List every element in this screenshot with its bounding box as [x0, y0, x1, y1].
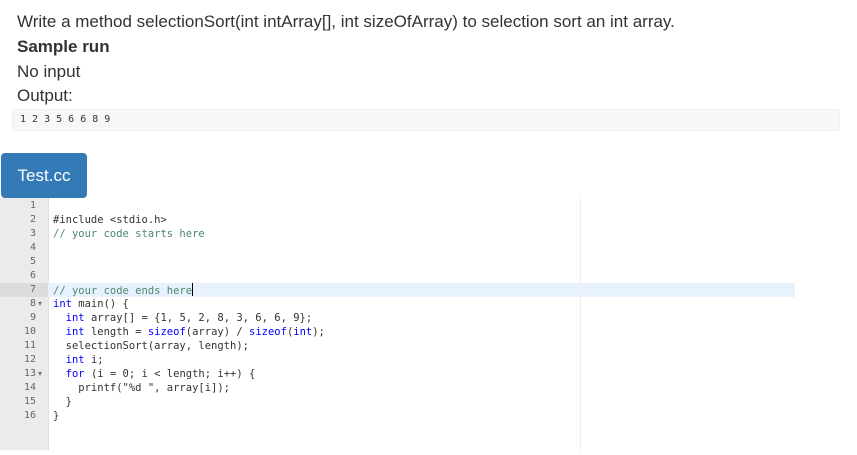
- file-tab-test-cc[interactable]: Test.cc: [1, 153, 87, 198]
- fold-arrow-icon[interactable]: ▾: [38, 367, 42, 381]
- code-line[interactable]: int main() {: [53, 297, 129, 311]
- line-number: 1: [29, 199, 36, 211]
- line-number: 13: [23, 367, 36, 379]
- line-number: 8: [29, 297, 36, 309]
- code-line[interactable]: printf("%d ", array[i]);: [53, 381, 230, 395]
- line-number: 15: [23, 395, 36, 407]
- line-number: 10: [23, 325, 36, 337]
- gutter-active-line: [0, 282, 48, 297]
- line-number: 6: [29, 269, 36, 281]
- line-number: 7: [29, 283, 36, 295]
- text-cursor: [192, 282, 194, 296]
- line-number: 3: [29, 227, 36, 239]
- print-margin: [580, 198, 581, 450]
- line-number: 5: [29, 255, 36, 267]
- output-box: 1 2 3 5 6 6 8 9: [12, 109, 840, 131]
- code-editor[interactable]: 1 2 3 4 5 6 7 8 ▾ 9 10 11 12 13 ▾ 14 15 16 #include <stdi…: [0, 198, 795, 450]
- output-value: 1 2 3 5 6 6 8 9: [20, 114, 111, 125]
- code-line[interactable]: // your code starts here: [53, 227, 205, 241]
- line-number: 4: [29, 241, 36, 253]
- code-line[interactable]: }: [53, 395, 72, 409]
- line-number: 12: [23, 353, 36, 365]
- line-number: 2: [29, 213, 36, 225]
- code-line[interactable]: }: [53, 409, 59, 423]
- code-line[interactable]: int i;: [53, 353, 104, 367]
- line-number: 16: [23, 409, 36, 421]
- line-number: 9: [29, 311, 36, 323]
- code-line[interactable]: selectionSort(array, length);: [53, 339, 249, 353]
- code-line[interactable]: // your code ends here: [53, 282, 194, 297]
- input-description: No input: [17, 62, 81, 81]
- problem-statement: Write a method selectionSort(int intArra…: [17, 12, 675, 31]
- code-line[interactable]: int length = sizeof(array) / sizeof(int)…: [53, 325, 325, 339]
- editor-gutter: 1 2 3 4 5 6 7 8 ▾ 9 10 11 12 13 ▾ 14 15 16: [0, 198, 49, 450]
- code-line[interactable]: for (i = 0; i < length; i++) {: [53, 367, 256, 381]
- fold-arrow-icon[interactable]: ▾: [38, 297, 42, 311]
- code-line[interactable]: int array[] = {1, 5, 2, 8, 3, 6, 6, 9};: [53, 311, 313, 325]
- line-number: 11: [23, 339, 36, 351]
- code-line[interactable]: #include <stdio.h>: [53, 213, 167, 227]
- line-number: 14: [23, 381, 36, 393]
- output-label: Output:: [17, 86, 73, 105]
- sample-run-heading: Sample run: [17, 37, 110, 56]
